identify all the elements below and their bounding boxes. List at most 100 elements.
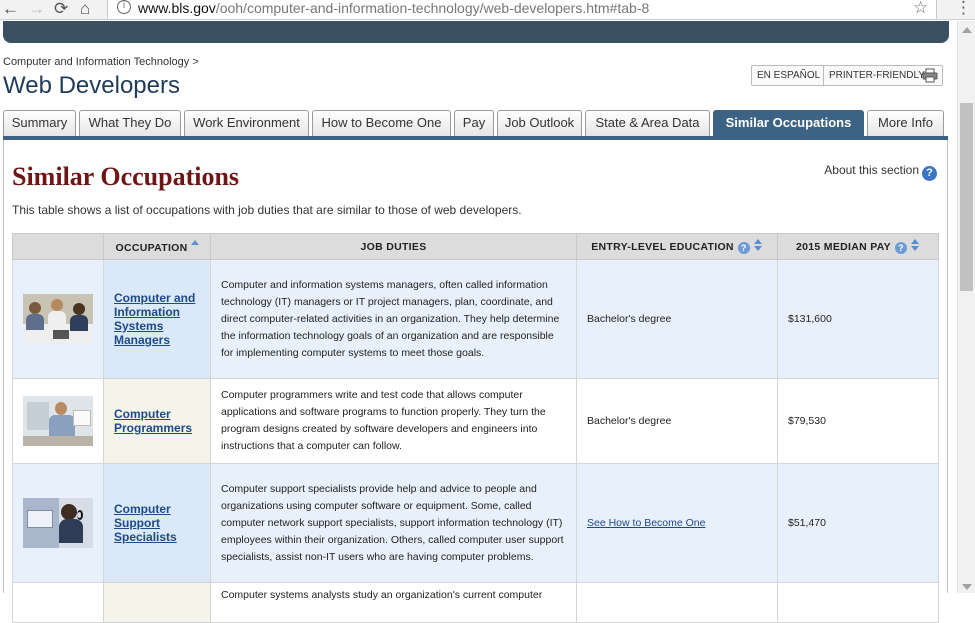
printer-friendly-button[interactable]: PRINTER-FRIENDLY: [823, 65, 943, 86]
section-tabs: Summary What They Do Work Environment Ho…: [3, 110, 948, 137]
table-header-row: OCCUPATION JOB DUTIES ENTRY-LEVEL EDUCAT…: [12, 233, 939, 260]
job-duties-text: Computer systems analysts study an organ…: [221, 589, 543, 601]
education-value: Bachelor's degree: [587, 415, 672, 427]
header-image: [12, 233, 104, 260]
education-value: Bachelor's degree: [587, 313, 672, 325]
url-text[interactable]: www.bls.gov/ooh/computer-and-information…: [138, 0, 649, 16]
bookmark-star-icon[interactable]: ☆: [913, 0, 928, 18]
table-row: Computer and Information Systems Manager…: [12, 259, 939, 379]
tab-state-area-data[interactable]: State & Area Data: [585, 110, 710, 136]
similar-occupations-table: OCCUPATION JOB DUTIES ENTRY-LEVEL EDUCAT…: [12, 233, 939, 623]
intro-text: This table shows a list of occupations w…: [12, 203, 522, 217]
browser-menu-icon[interactable]: ⋮: [955, 0, 972, 18]
help-icon[interactable]: ?: [922, 166, 937, 181]
job-duties-cell: Computer support specialists provide hel…: [210, 463, 577, 583]
occupation-link[interactable]: Computer Support Specialists: [104, 502, 210, 544]
occupation-image-cell: [12, 259, 104, 379]
scroll-down-arrow-icon[interactable]: [962, 584, 972, 590]
scroll-up-arrow-icon[interactable]: [962, 27, 972, 33]
occupation-photo[interactable]: [23, 498, 93, 548]
header-education[interactable]: ENTRY-LEVEL EDUCATION?: [576, 233, 778, 260]
table-row: Computer Programmers Computer programmer…: [12, 378, 939, 464]
address-bar[interactable]: i www.bls.gov/ooh/computer-and-informati…: [107, 0, 937, 20]
sort-toggle-icon[interactable]: [910, 239, 920, 251]
tab-what-they-do[interactable]: What They Do: [79, 110, 181, 136]
sort-ascending-icon[interactable]: [190, 239, 199, 245]
job-duties-cell: Computer and information systems manager…: [210, 259, 577, 379]
table-row: Computer systems analysts study an organ…: [12, 582, 939, 623]
how-to-become-link[interactable]: See How to Become One: [587, 517, 705, 529]
occupation-image-cell: [12, 463, 104, 583]
url-path: /ooh/computer-and-information-technology…: [215, 0, 650, 16]
site-info-icon[interactable]: i: [117, 0, 131, 14]
tab-content: Similar Occupations About this section? …: [3, 140, 948, 623]
page-scrollbar[interactable]: [957, 21, 975, 593]
occupation-name-line: Computer and: [114, 291, 196, 305]
header-occupation-label: OCCUPATION: [115, 241, 188, 254]
scroll-thumb[interactable]: [960, 103, 973, 291]
header-job-duties: JOB DUTIES: [210, 233, 577, 260]
median-pay-cell: $79,530: [777, 378, 939, 464]
occupation-link[interactable]: Computer and Information Systems Manager…: [104, 291, 210, 347]
header-education-label: ENTRY-LEVEL EDUCATION: [591, 241, 734, 253]
occupation-name-line: Information: [114, 305, 180, 319]
occupation-name-cell: Computer and Information Systems Manager…: [103, 259, 211, 379]
sort-toggle-icon[interactable]: [753, 239, 763, 251]
printer-friendly-label: PRINTER-FRIENDLY: [829, 70, 925, 81]
tab-job-outlook[interactable]: Job Outlook: [497, 110, 582, 136]
education-cell: See How to Become One: [576, 463, 778, 583]
occupation-photo[interactable]: [23, 294, 93, 344]
education-cell: Bachelor's degree: [576, 259, 778, 379]
median-pay-value: $131,600: [788, 313, 832, 325]
job-duties-text: Computer support specialists provide hel…: [221, 482, 564, 563]
median-pay-value: $79,530: [788, 415, 826, 427]
page-title: Web Developers: [3, 72, 180, 99]
tab-work-environment[interactable]: Work Environment: [184, 110, 309, 136]
occupation-name-line: Computer: [114, 407, 171, 421]
median-pay-cell: [777, 582, 939, 623]
occupation-name-cell: [103, 582, 211, 623]
tab-how-to-become-one[interactable]: How to Become One: [312, 110, 451, 136]
occupation-name-line: Systems: [114, 319, 164, 333]
header-pay-label: 2015 MEDIAN PAY: [796, 241, 891, 253]
job-duties-text: Computer programmers write and test code…: [221, 389, 546, 452]
en-espanol-button[interactable]: EN ESPAÑOL: [751, 65, 827, 86]
section-title: Similar Occupations: [12, 162, 240, 191]
occupation-photo[interactable]: [23, 396, 93, 446]
about-label: About this section: [824, 163, 919, 177]
header-median-pay[interactable]: 2015 MEDIAN PAY?: [777, 233, 939, 260]
header-occupation[interactable]: OCCUPATION: [103, 233, 211, 260]
occupation-link[interactable]: Computer Programmers: [104, 407, 210, 435]
tab-more-info[interactable]: More Info: [867, 110, 944, 136]
home-button[interactable]: ⌂: [80, 0, 90, 17]
reload-button[interactable]: ⟳: [54, 0, 68, 17]
median-pay-value: $51,470: [788, 517, 826, 529]
printer-icon: [922, 68, 938, 83]
browser-toolbar: ← → ⟳ ⌂ i www.bls.gov/ooh/computer-and-i…: [0, 0, 975, 20]
median-pay-cell: $131,600: [777, 259, 939, 379]
education-help-icon[interactable]: ?: [737, 242, 750, 254]
occupation-name-line: Specialists: [114, 530, 177, 544]
occupation-name-line: Programmers: [114, 421, 193, 435]
occupation-image-cell: [12, 378, 104, 464]
pay-help-icon[interactable]: ?: [894, 242, 907, 254]
occupation-name-line: Computer: [114, 502, 171, 516]
back-button[interactable]: ←: [2, 0, 19, 17]
breadcrumb[interactable]: Computer and Information Technology >: [3, 56, 199, 68]
occupation-name-cell: Computer Support Specialists: [103, 463, 211, 583]
about-this-section[interactable]: About this section?: [824, 163, 937, 181]
tab-similar-occupations[interactable]: Similar Occupations: [713, 110, 864, 137]
url-host: www.bls.gov: [138, 0, 216, 16]
site-header-band: [3, 21, 949, 43]
forward-button[interactable]: →: [28, 0, 45, 17]
median-pay-cell: $51,470: [777, 463, 939, 583]
tab-pay[interactable]: Pay: [454, 110, 494, 136]
occupation-image-cell: [12, 582, 104, 623]
job-duties-cell: Computer programmers write and test code…: [210, 378, 577, 464]
tab-summary[interactable]: Summary: [3, 110, 76, 136]
job-duties-cell: Computer systems analysts study an organ…: [210, 582, 577, 623]
education-cell: [576, 582, 778, 623]
table-row: Computer Support Specialists Computer su…: [12, 463, 939, 583]
occupation-name-cell: Computer Programmers: [103, 378, 211, 464]
education-cell: Bachelor's degree: [576, 378, 778, 464]
